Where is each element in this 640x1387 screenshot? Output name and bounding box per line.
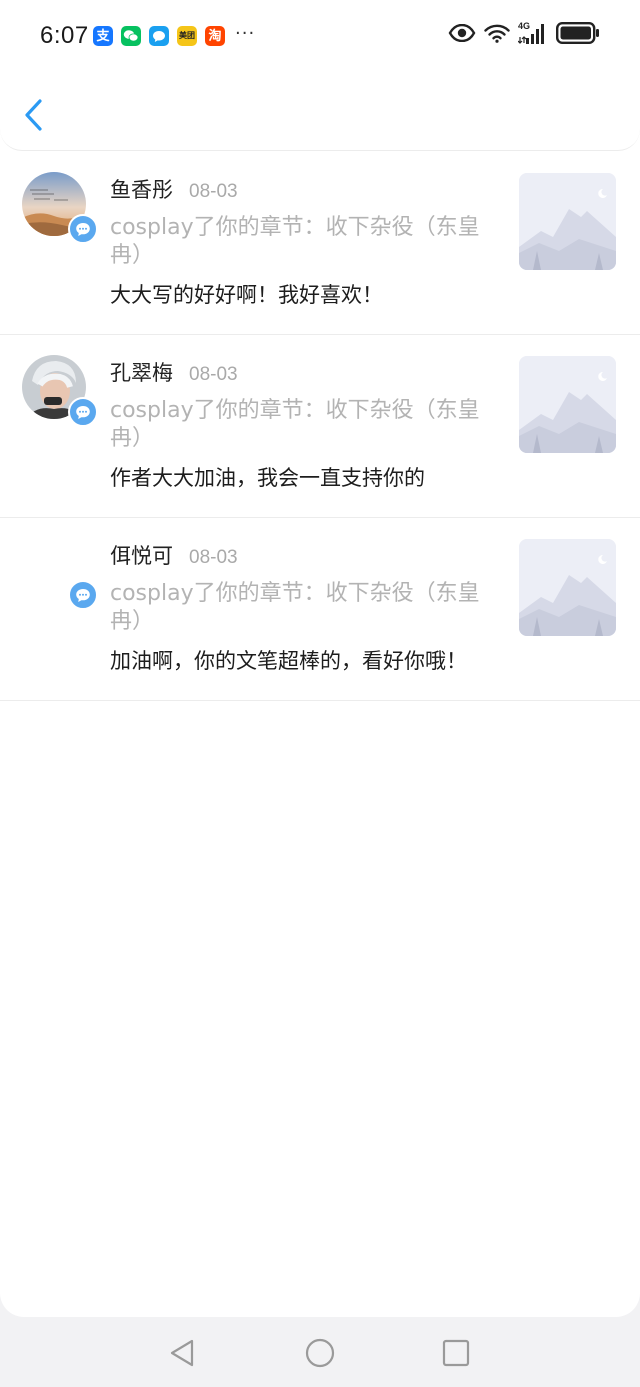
triangle-back-icon [170,1339,194,1367]
comment-item[interactable]: 鱼香彤 08-03 cosplay了你的章节：收下杂役（东皇冉） 大大写的好好啊… [0,152,640,335]
chapter-thumbnail[interactable] [519,356,616,453]
comment-text: 大大写的好好啊！我好喜欢！ [110,283,383,307]
app-screen: 6:07 支 美团 淘 ··· 4G 鱼香彤 08-03 cosplay了你的章… [0,0,640,1317]
chapter-reference[interactable]: cosplay了你的章节：收下杂役（东皇冉） [110,580,490,636]
comment-item[interactable]: 佴悦可 08-03 cosplay了你的章节：收下杂役（东皇冉） 加油啊，你的文… [0,518,640,701]
top-header [0,72,640,151]
comment-content: 佴悦可 08-03 cosplay了你的章节：收下杂役（东皇冉） 加油啊，你的文… [110,518,490,700]
chapter-reference[interactable]: cosplay了你的章节：收下杂役（东皇冉） [110,397,490,453]
comment-header: 佴悦可 08-03 [110,540,490,570]
comment-content: 鱼香彤 08-03 cosplay了你的章节：收下杂役（东皇冉） 大大写的好好啊… [110,152,490,334]
avatar-container [22,538,98,612]
chevron-left-icon [25,99,42,131]
comment-badge [68,580,98,610]
image-placeholder-icon [519,539,616,636]
meituan-icon: 美团 [177,26,197,46]
avatar-container [22,172,98,246]
nav-recents-button[interactable] [440,1337,472,1369]
system-icons: 4G [448,21,600,44]
user-name[interactable]: 孔翠梅 [110,357,173,387]
user-name[interactable]: 佴悦可 [110,540,173,570]
comment-header: 鱼香彤 08-03 [110,174,490,204]
comment-date: 08-03 [189,364,238,385]
notification-icons: 支 美团 淘 ··· [93,22,256,46]
message-app-icon [149,26,169,46]
comment-badge [68,214,98,244]
wechat-icon [121,26,141,46]
chat-bubble-icon [76,405,90,419]
circle-home-icon [305,1338,335,1368]
chapter-thumbnail[interactable] [519,173,616,270]
comment-text: 作者大大加油，我会一直支持你的 [110,466,425,490]
image-placeholder-icon [519,173,616,270]
comment-badge [68,397,98,427]
taobao-icon: 淘 [205,26,225,46]
alipay-icon: 支 [93,26,113,46]
eye-icon [448,24,476,42]
comment-list: 鱼香彤 08-03 cosplay了你的章节：收下杂役（东皇冉） 大大写的好好啊… [0,152,640,701]
comment-date: 08-03 [189,181,238,202]
comment-item[interactable]: 孔翠梅 08-03 cosplay了你的章节：收下杂役（东皇冉） 作者大大加油，… [0,335,640,518]
comment-content: 孔翠梅 08-03 cosplay了你的章节：收下杂役（东皇冉） 作者大大加油，… [110,335,490,517]
chapter-thumbnail[interactable] [519,539,616,636]
status-bar: 6:07 支 美团 淘 ··· 4G [0,0,640,72]
battery-icon [556,22,599,44]
image-placeholder-icon [519,356,616,453]
chat-bubble-icon [76,588,90,602]
nav-home-button[interactable] [304,1337,336,1369]
user-name[interactable]: 鱼香彤 [110,174,173,204]
square-recents-icon [442,1339,470,1367]
status-time: 6:07 [40,22,89,49]
wifi-icon [484,24,510,43]
avatar-container [22,355,98,429]
cellular-signal-icon: 4G [518,21,548,44]
chat-bubble-icon [76,222,90,236]
chapter-reference[interactable]: cosplay了你的章节：收下杂役（东皇冉） [110,214,490,270]
comment-date: 08-03 [189,547,238,568]
nav-back-button[interactable] [166,1337,198,1369]
more-notifications-icon: ··· [235,22,256,44]
comment-header: 孔翠梅 08-03 [110,357,490,387]
back-button[interactable] [22,98,50,132]
comment-text: 加油啊，你的文笔超棒的，看好你哦！ [110,649,467,673]
system-nav-bar [0,1317,640,1387]
